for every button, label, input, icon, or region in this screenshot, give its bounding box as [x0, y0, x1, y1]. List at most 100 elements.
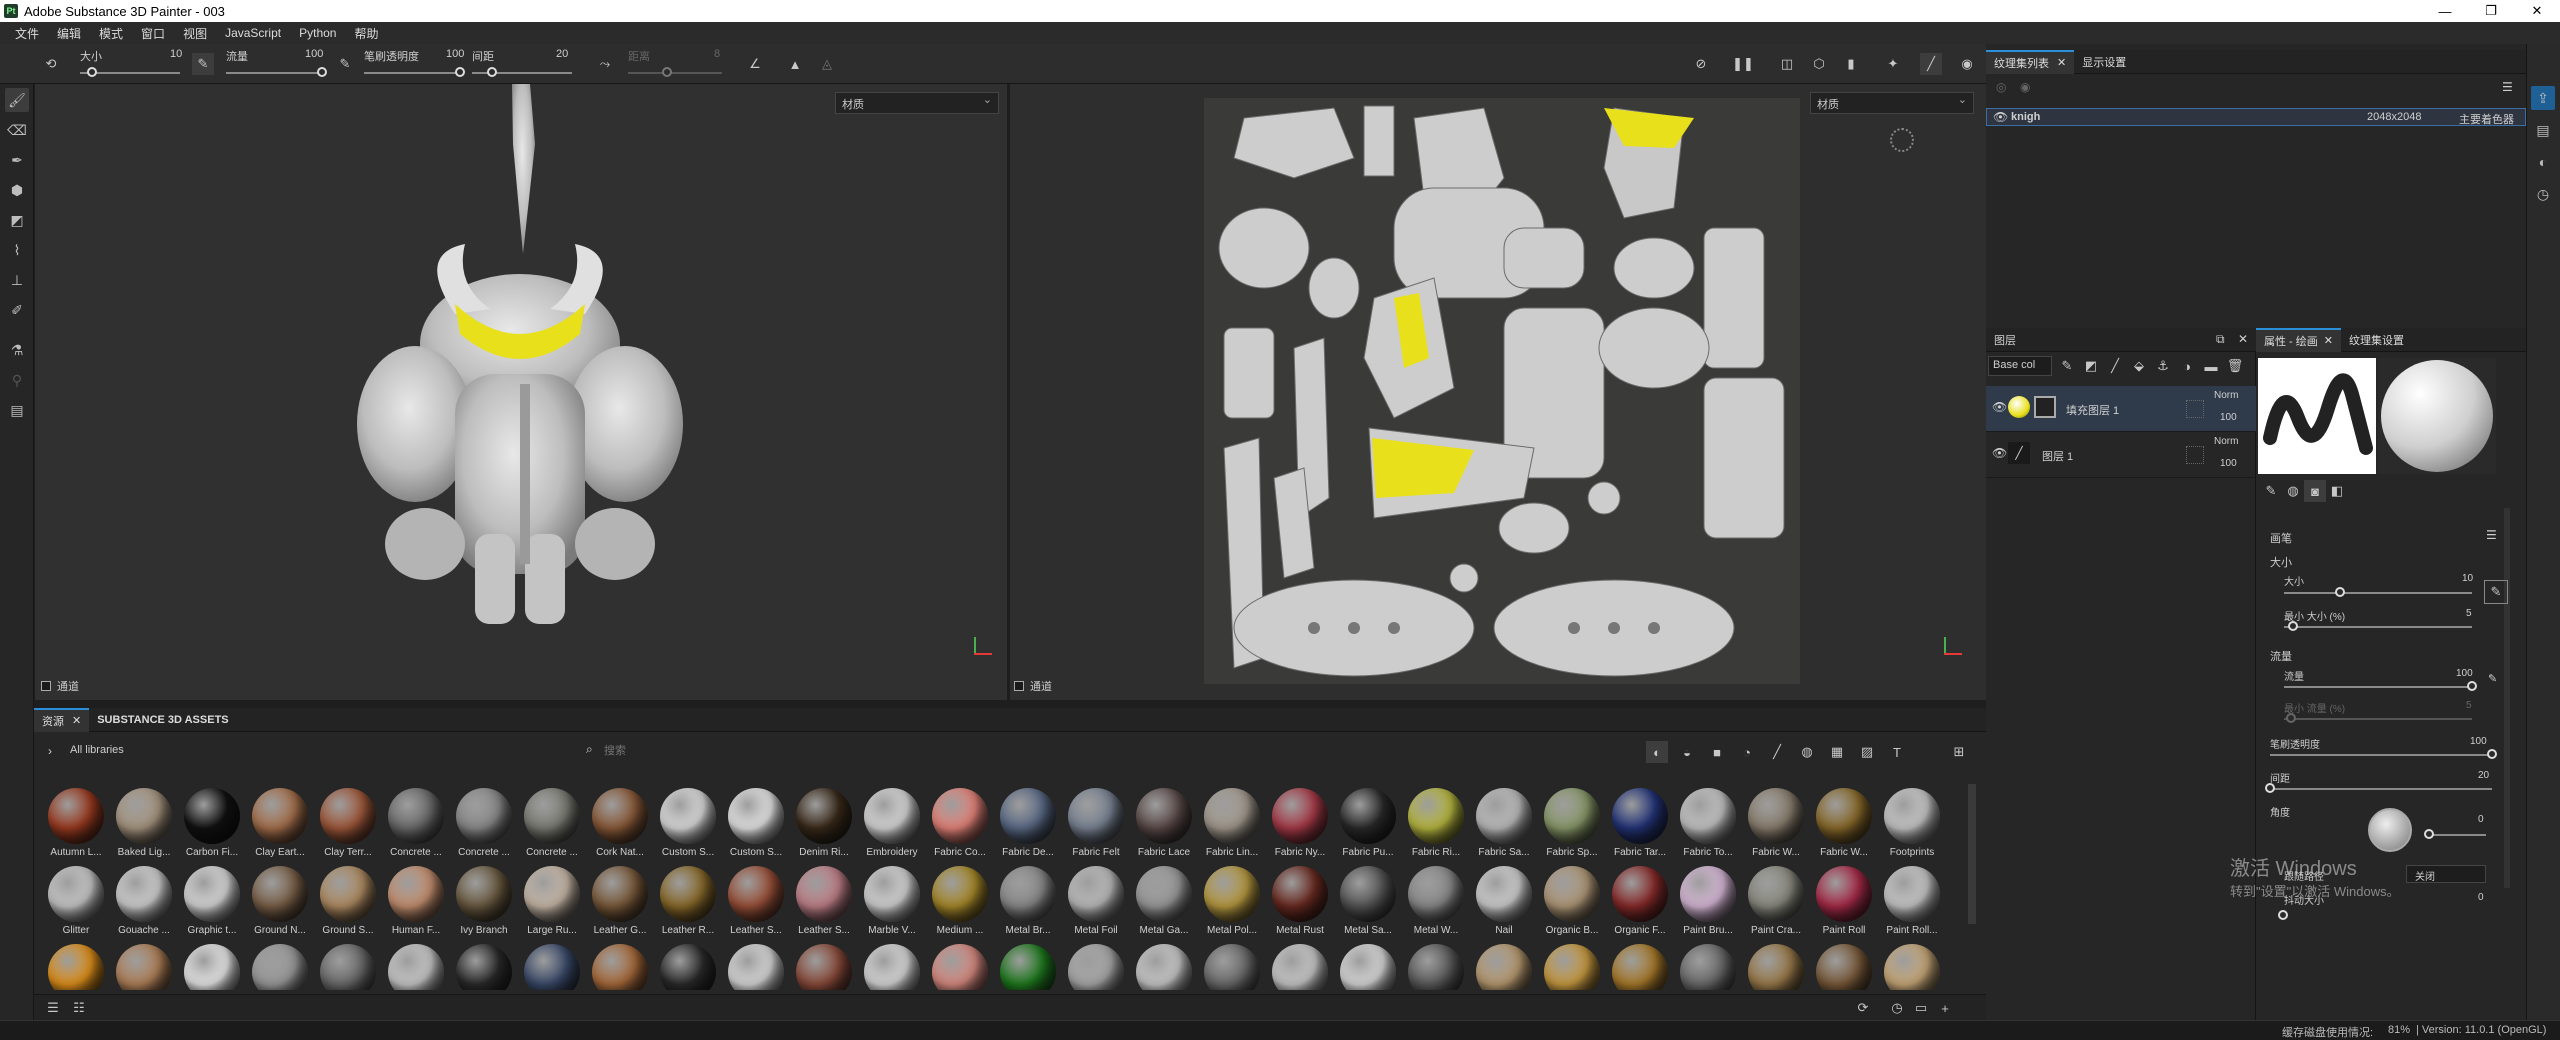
layer-opacity[interactable]: 100	[2220, 412, 2237, 423]
toolbar-opacity-knob[interactable]	[455, 67, 465, 77]
menu-icon[interactable]: ☰	[2502, 80, 2513, 94]
material-thumbnail[interactable]	[586, 944, 654, 990]
filter-grunges-icon[interactable]: ▦	[1826, 741, 1848, 763]
prop-opacity-slider[interactable]	[2270, 754, 2492, 756]
shelf-search-input[interactable]	[604, 740, 1004, 762]
layer-visibility-icon[interactable]: 👁	[1992, 400, 2007, 414]
close-tab-icon[interactable]: ✕	[2324, 334, 2333, 347]
layer-effect-slot-icon[interactable]	[2186, 400, 2204, 418]
material-thumbnail[interactable]: Fabric Ny...	[1266, 788, 1334, 866]
material-thumbnail[interactable]: Human F...	[382, 866, 450, 944]
layer-blend-mode[interactable]: Norm	[2214, 436, 2238, 447]
prop-opacity-value[interactable]: 100	[2470, 736, 2487, 747]
filter-materials-icon[interactable]: ◐	[1646, 741, 1668, 763]
channel-checkbox-icon[interactable]	[1014, 681, 1024, 691]
mirror-off-icon[interactable]: ◬	[816, 53, 838, 75]
material-thumbnail[interactable]	[1878, 944, 1946, 990]
menu-help[interactable]: 帮助	[345, 25, 387, 42]
menu-view[interactable]: 视图	[174, 25, 216, 42]
material-thumbnail[interactable]: Fabric Pu...	[1334, 788, 1402, 866]
viewport-2d[interactable]: 材质 ⌄ 通道	[1010, 84, 1986, 700]
material-thumbnail[interactable]: Ivy Branch	[450, 866, 518, 944]
layer-row-paint-1[interactable]: 👁 ╱ 图层 1 Norm 100	[1986, 432, 2256, 478]
material-thumbnail[interactable]: Metal Ga...	[1130, 866, 1198, 944]
material-thumbnail[interactable]	[1334, 944, 1402, 990]
material-thumbnail[interactable]: Metal Pol...	[1198, 866, 1266, 944]
refresh-icon[interactable]: ⟳	[1852, 997, 1874, 1019]
material-thumbnail[interactable]	[1130, 944, 1198, 990]
smudge-icon[interactable]: ⌇	[5, 238, 29, 262]
pen-pressure-icon[interactable]: ✎	[192, 53, 214, 75]
add-mask-icon[interactable]: ◩	[2080, 355, 2102, 377]
close-button[interactable]: ✕	[2514, 0, 2560, 22]
tab-texture-set-list[interactable]: 纹理集列表 ✕	[1986, 49, 2075, 74]
paint-mode-icon[interactable]: ╱	[1920, 53, 1942, 75]
material-thumbnail[interactable]: Denim Ri...	[790, 788, 858, 866]
prop-angle-value[interactable]: 0	[2478, 814, 2484, 825]
prop-size-knob[interactable]	[2335, 587, 2346, 597]
material-thumbnail[interactable]: Fabric Tar...	[1606, 788, 1674, 866]
material-thumbnail[interactable]	[110, 944, 178, 990]
material-thumbnail[interactable]	[926, 944, 994, 990]
screenshot-icon[interactable]: ◉	[1956, 53, 1978, 75]
material-thumbnail[interactable]	[1674, 944, 1742, 990]
toolbar-size-value[interactable]: 10	[170, 48, 182, 60]
material-thumbnail[interactable]: Concrete ...	[450, 788, 518, 866]
add-folder-icon[interactable]: ▬	[2200, 355, 2222, 377]
material-thumbnail[interactable]: Fabric To...	[1674, 788, 1742, 866]
add-fill-layer-icon[interactable]: ⬙	[2128, 355, 2150, 377]
section-menu-icon[interactable]: ☰	[2486, 528, 2497, 542]
prop-size-slider[interactable]	[2284, 592, 2472, 594]
material-thumbnail[interactable]: Carbon Fi...	[178, 788, 246, 866]
close-panel-icon[interactable]: ✕	[2238, 332, 2248, 346]
material-thumbnail[interactable]: Embroidery	[858, 788, 926, 866]
bake-icon[interactable]: ⚗	[5, 338, 29, 362]
tab-display-settings[interactable]: 显示设置	[2074, 50, 2134, 74]
hide-icon[interactable]: ⊘	[1690, 53, 1712, 75]
material-thumbnail[interactable]: Leather R...	[654, 866, 722, 944]
toolbar-spacing-value[interactable]: 20	[556, 48, 568, 60]
material-thumbnail[interactable]: Custom S...	[722, 788, 790, 866]
material-thumbnail[interactable]: Baked Lig...	[110, 788, 178, 866]
material-thumbnail[interactable]: Metal Br...	[994, 866, 1062, 944]
texture-set-row[interactable]: 👁 knigh 2048x2048 主要着色器	[1986, 108, 2526, 126]
brush-tab-icon[interactable]: ✎	[2260, 480, 2282, 502]
material-thumbnail[interactable]: Organic B...	[1538, 866, 1606, 944]
geometry-mask-icon[interactable]: ◩	[5, 208, 29, 232]
material-thumbnail[interactable]: Clay Eart...	[246, 788, 314, 866]
toolbar-flow-value[interactable]: 100	[305, 48, 323, 60]
menu-window[interactable]: 窗口	[132, 25, 174, 42]
viewport-3d-channel-toggle[interactable]: 通道	[41, 678, 79, 694]
new-window-icon[interactable]: ▭	[1910, 997, 1932, 1019]
menu-python[interactable]: Python	[290, 26, 345, 40]
log-icon[interactable]: ▤	[2531, 118, 2555, 142]
add-anchor-icon[interactable]: ⚓	[2152, 355, 2174, 377]
show-icon[interactable]: ◉	[2020, 80, 2030, 94]
viewport-2d-channel-toggle[interactable]: 通道	[1014, 678, 1052, 694]
menu-javascript[interactable]: JavaScript	[216, 26, 290, 40]
grid-view-icon[interactable]: ⊞	[1948, 741, 1970, 763]
material-thumbnail[interactable]	[654, 944, 722, 990]
material-thumbnail[interactable]: Paint Bru...	[1674, 866, 1742, 944]
material-thumbnail[interactable]	[1062, 944, 1130, 990]
viewport-3d[interactable]: 材质 通道	[35, 84, 1007, 700]
polygon-fill-icon[interactable]: ⬢	[5, 178, 29, 202]
tab-substance-3d-assets[interactable]: SUBSTANCE 3D ASSETS	[89, 708, 236, 732]
measure-icon[interactable]: ▤	[5, 398, 29, 422]
material-thumbnail[interactable]	[314, 944, 382, 990]
layer-opacity[interactable]: 100	[2220, 458, 2237, 469]
channel-select[interactable]: Base col	[1988, 356, 2052, 376]
prop-jitter-knob[interactable]	[2278, 910, 2288, 920]
symmetry-icon[interactable]: ⟲	[40, 53, 62, 75]
prop-spacing-value[interactable]: 20	[2478, 770, 2489, 781]
size-pressure-icon[interactable]: ✎	[2484, 580, 2508, 604]
prop-flow-knob[interactable]	[2467, 681, 2477, 691]
lazy-mouse-icon[interactable]: ⤳	[594, 53, 616, 75]
material-thumbnail[interactable]: Paint Roll	[1810, 866, 1878, 944]
paint-brush-icon[interactable]: 🖌	[5, 88, 29, 112]
display-icon[interactable]: ◐	[2531, 150, 2555, 174]
material-thumbnail[interactable]: Leather G...	[586, 866, 654, 944]
material-thumbnail[interactable]	[1606, 944, 1674, 990]
properties-scrollbar[interactable]	[2504, 508, 2510, 888]
toolbar-flow-slider[interactable]	[226, 72, 322, 74]
